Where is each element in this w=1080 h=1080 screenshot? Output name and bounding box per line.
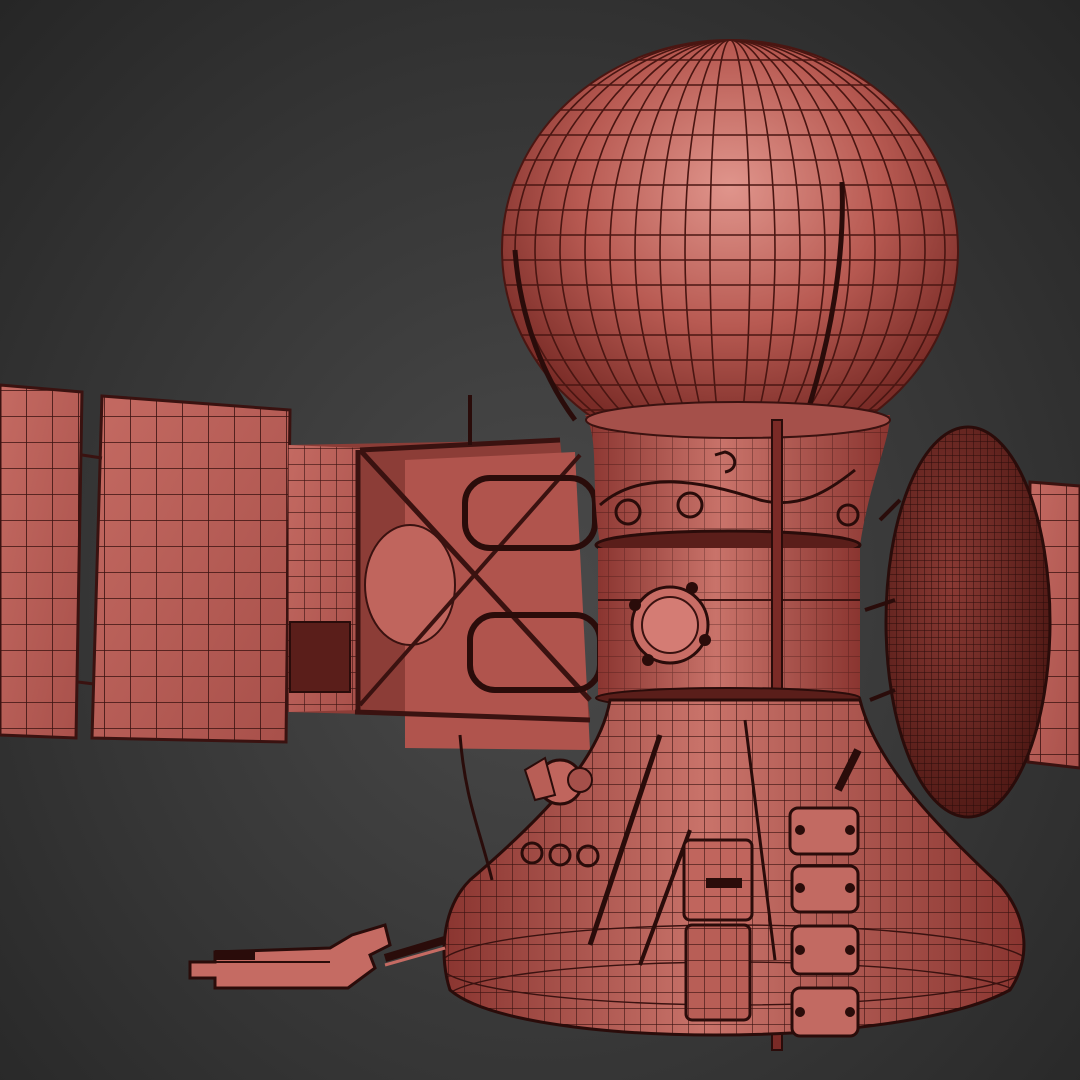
collar-section bbox=[585, 401, 891, 561]
truss-frame bbox=[288, 395, 603, 750]
fuel-canister bbox=[682, 838, 754, 1022]
solar-panel-left-inner bbox=[90, 394, 292, 744]
solar-panel-left-outer bbox=[0, 383, 84, 740]
antenna-dish bbox=[864, 425, 1052, 819]
3d-viewport[interactable] bbox=[0, 0, 1080, 1080]
spacecraft-model bbox=[0, 39, 1080, 1051]
sphere-lander-capsule bbox=[501, 39, 959, 461]
